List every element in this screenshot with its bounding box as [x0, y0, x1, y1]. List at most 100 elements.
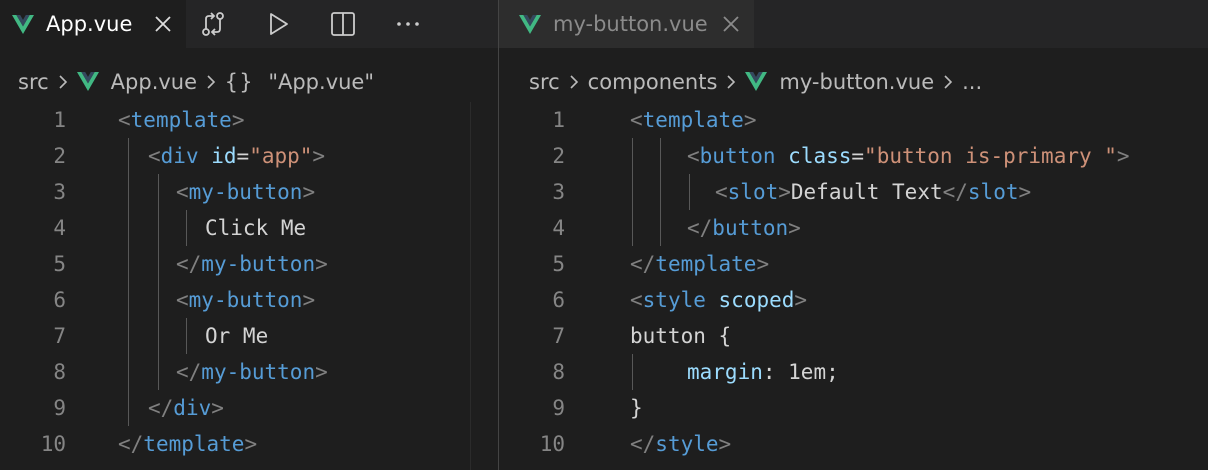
breadcrumb-folder[interactable]: src	[529, 70, 560, 94]
breadcrumb-symbol[interactable]: "App.vue"	[268, 70, 374, 94]
code-token-br: </	[118, 432, 144, 456]
tab-my-button-vue[interactable]: my-button.vue	[499, 0, 754, 48]
breadcrumb-more[interactable]: ...	[962, 70, 982, 94]
indent-guide	[186, 210, 187, 246]
code-token-br: >	[315, 252, 328, 276]
indent-guide	[128, 282, 129, 318]
code-token-br: >	[302, 288, 316, 312]
code-token-br: </	[176, 252, 202, 276]
code-text: <style scoped>	[630, 282, 807, 318]
code-text: </template>	[630, 246, 769, 282]
code-line[interactable]: 10 </style>	[499, 426, 1208, 462]
code-line[interactable]: 8 margin: 1em;	[499, 354, 1208, 390]
code-line[interactable]: 10 </template>	[0, 426, 498, 462]
play-icon[interactable]	[265, 11, 291, 37]
ellipsis-icon[interactable]	[395, 11, 421, 37]
code-line[interactable]: 9}	[499, 390, 1208, 426]
line-number: 10	[539, 432, 565, 456]
code-text: <my-button>	[176, 174, 315, 210]
line-number: 8	[552, 360, 565, 384]
breadcrumb-file[interactable]: App.vue	[111, 70, 197, 94]
code-token-plain: Or Me	[205, 324, 269, 348]
code-line[interactable]: 3 <slot>Default Text</slot>	[499, 174, 1208, 210]
indent-guide	[660, 210, 661, 246]
breadcrumb-subfolder[interactable]: components	[588, 70, 718, 94]
code-token-br: <	[176, 288, 189, 312]
code-text: <div id="app">	[148, 138, 325, 174]
editor-group-right: my-button.vue src components my-button.v…	[499, 0, 1208, 470]
line-number: 2	[53, 144, 66, 168]
git-compare-icon[interactable]	[200, 11, 226, 37]
indent-guide	[632, 174, 633, 210]
code-line[interactable]: 2 <div id="app">	[0, 138, 498, 174]
code-line[interactable]: 2 <button class="button is-primary ">	[499, 138, 1208, 174]
code-token-br: </	[176, 360, 202, 384]
code-token-br: >	[778, 180, 791, 204]
code-token-br: >	[231, 108, 245, 132]
code-line[interactable]: 7 Or Me	[0, 318, 498, 354]
line-number: 1	[552, 108, 565, 132]
indent-guide	[632, 210, 633, 246]
indent-guide	[128, 174, 129, 210]
chevron-right-icon	[58, 74, 68, 90]
line-number: 7	[552, 324, 565, 348]
code-token-plain: :	[762, 360, 789, 384]
code-area-right[interactable]: 1 <template> 2 <button class="button is-pri…	[499, 102, 1208, 462]
code-token-br: >	[315, 360, 328, 384]
code-line[interactable]: 1 <template>	[0, 102, 498, 138]
code-line[interactable]: 6 <style scoped>	[499, 282, 1208, 318]
close-icon[interactable]	[722, 15, 740, 33]
code-token-br: <	[630, 108, 643, 132]
code-token-br: </	[630, 252, 656, 276]
line-number: 7	[53, 324, 66, 348]
code-text: </button>	[687, 210, 801, 246]
code-token-plain: =	[851, 144, 865, 168]
code-token-tag: my-button	[188, 288, 303, 312]
breadcrumb-folder[interactable]: src	[18, 70, 49, 94]
code-line[interactable]: 7 button {	[499, 318, 1208, 354]
vue-logo-icon	[745, 72, 768, 91]
line-number: 6	[552, 288, 565, 312]
line-number: 4	[53, 216, 66, 240]
code-line[interactable]: 8 </my-button>	[0, 354, 498, 390]
code-token-tag: button	[712, 216, 789, 240]
code-line[interactable]: 4 </button>	[499, 210, 1208, 246]
code-line[interactable]: 5 </template>	[499, 246, 1208, 282]
line-number: 4	[552, 216, 565, 240]
code-token-tag: div	[173, 396, 212, 420]
line-number: 9	[53, 396, 66, 420]
code-token-br: >	[1018, 180, 1032, 204]
code-line[interactable]: 3 <my-button>	[0, 174, 498, 210]
code-text: margin: 1em;	[687, 354, 839, 390]
code-token-str: "button is-primary "	[864, 144, 1117, 168]
indent-guide	[128, 354, 129, 390]
code-token-br: </	[687, 216, 713, 240]
line-number: 3	[552, 180, 565, 204]
chevron-right-icon	[569, 74, 579, 90]
code-token-tag: div	[160, 144, 199, 168]
code-line[interactable]: 5 </my-button>	[0, 246, 498, 282]
close-icon[interactable]	[154, 15, 172, 33]
breadcrumb-file[interactable]: my-button.vue	[779, 70, 934, 94]
indent-guide	[128, 210, 129, 246]
code-token-br: >	[718, 432, 732, 456]
chevron-right-icon	[943, 74, 953, 90]
code-line[interactable]: 9 </div>	[0, 390, 498, 426]
indent-guide	[186, 318, 187, 354]
code-token-tag: my-button	[188, 180, 303, 204]
indent-guide	[128, 138, 129, 174]
code-token-tag: template	[642, 108, 744, 132]
split-editor-icon[interactable]	[330, 11, 356, 37]
vue-logo-icon	[12, 14, 34, 34]
code-area-left[interactable]: 1 <template> 2 <div id="app"> 3 <my-button> 4 C…	[0, 102, 498, 462]
code-line[interactable]: 1 <template>	[499, 102, 1208, 138]
code-token-tag: style	[642, 288, 706, 312]
code-text: <my-button>	[176, 282, 315, 318]
code-token-br: <	[630, 288, 643, 312]
code-line[interactable]: 6 <my-button>	[0, 282, 498, 318]
code-text: </div>	[148, 390, 224, 426]
chevron-right-icon	[206, 74, 216, 90]
code-token-br: >	[756, 252, 770, 276]
code-line[interactable]: 4 Click Me	[0, 210, 498, 246]
tab-app-vue[interactable]: App.vue	[0, 0, 187, 48]
